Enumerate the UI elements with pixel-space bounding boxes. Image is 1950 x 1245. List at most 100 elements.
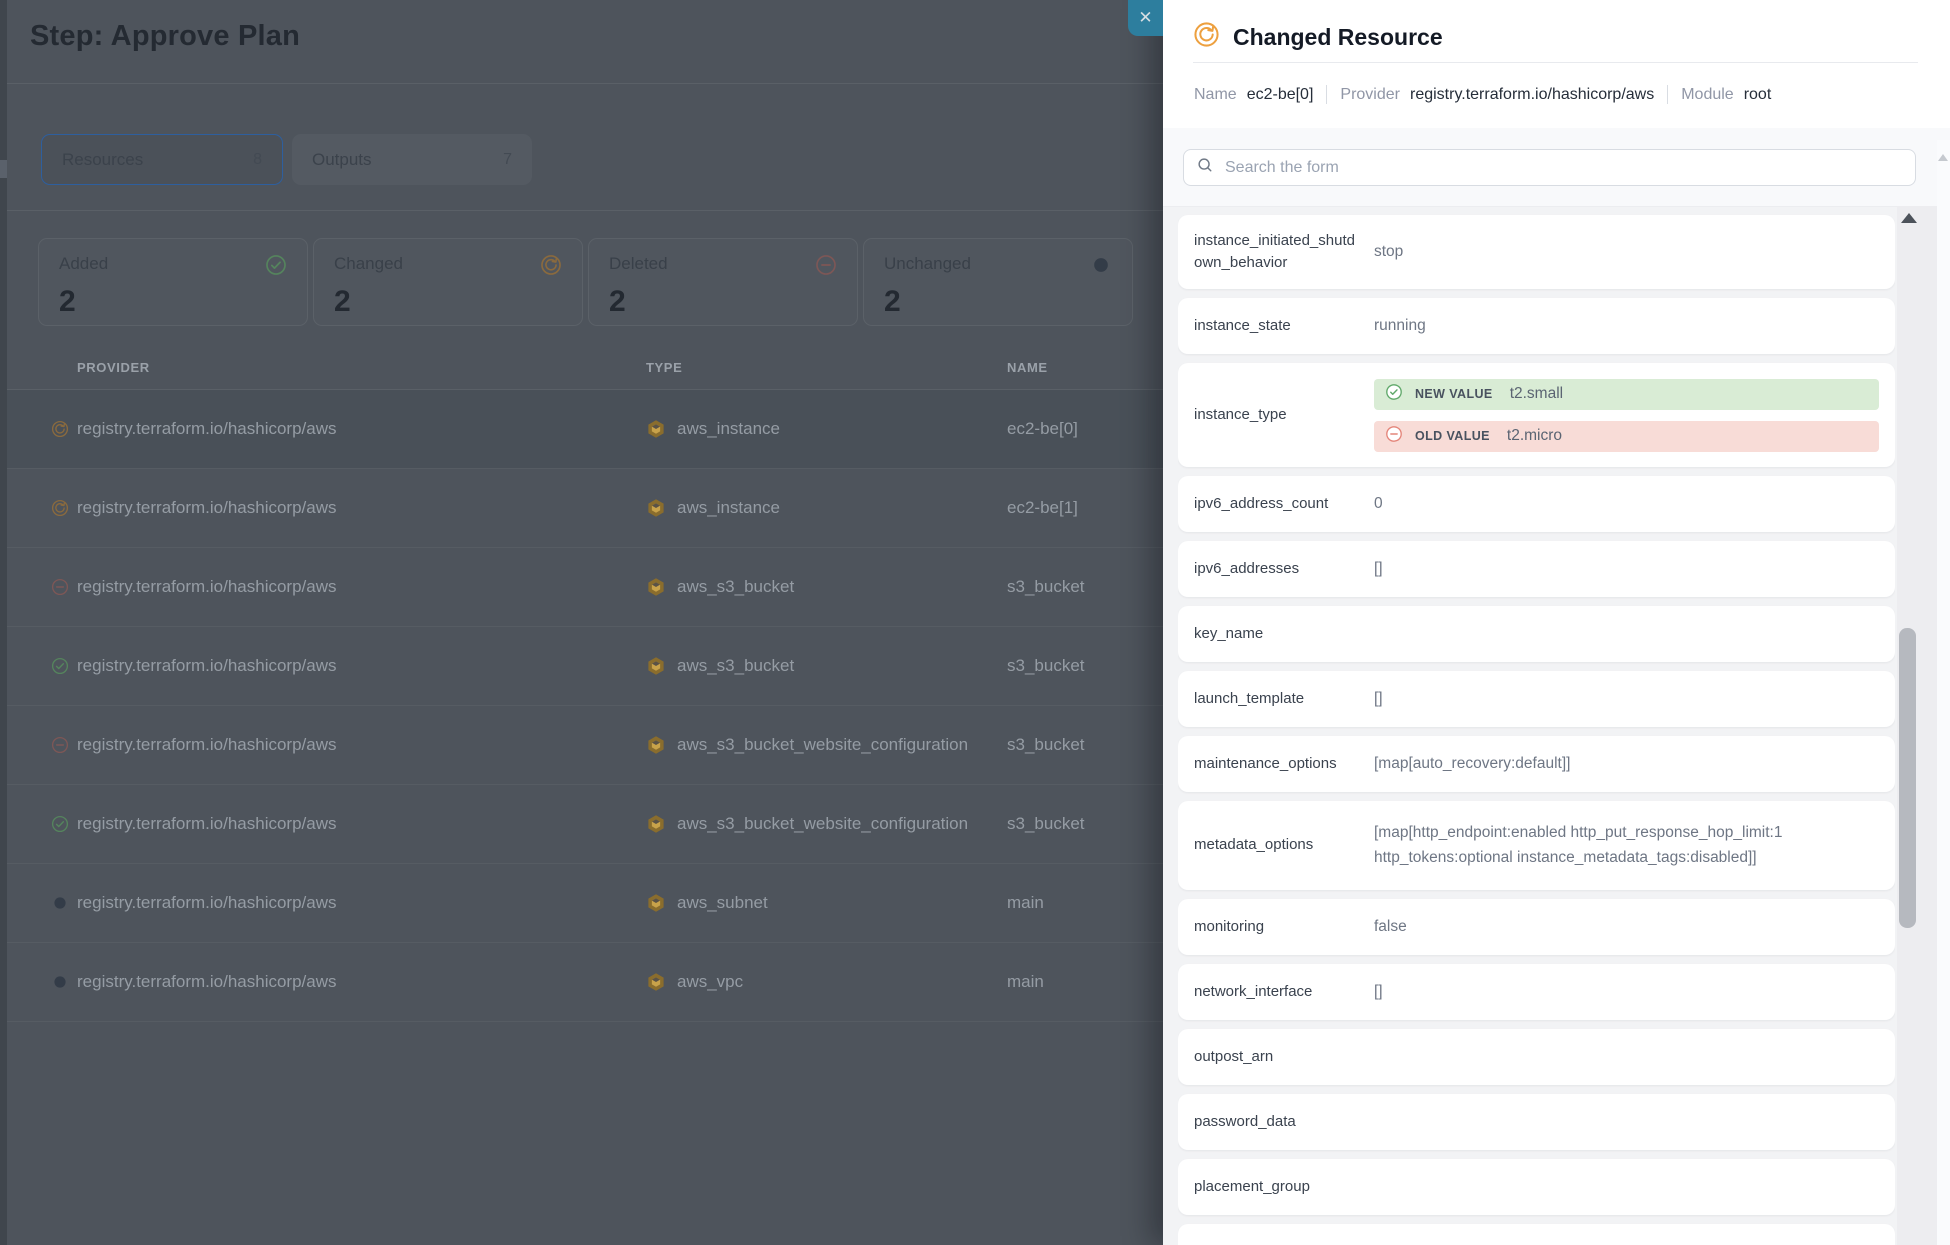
table-row[interactable]: registry.terraform.io/hashicorp/aws aws_… (0, 864, 1163, 943)
old-value-label: OLD VALUE (1415, 429, 1490, 443)
meta-provider-label: Provider (1340, 86, 1400, 104)
summary-card-added: Added 2 (38, 238, 308, 326)
row-provider: registry.terraform.io/hashicorp/aws (77, 814, 645, 834)
section-divider (0, 210, 1163, 211)
summary-card-value: 2 (884, 287, 1112, 317)
attribute-card: instance_type NEW VALUE t2.small OLD VAL… (1178, 363, 1895, 467)
attribute-key: instance_state (1194, 315, 1358, 338)
attribute-value: [] (1374, 980, 1879, 1004)
summary-card-label: Added (59, 254, 108, 274)
row-type: aws_s3_bucket (677, 577, 794, 597)
table-row[interactable]: registry.terraform.io/hashicorp/aws aws_… (0, 469, 1163, 548)
row-provider: registry.terraform.io/hashicorp/aws (77, 893, 645, 913)
attribute-card: metadata_options [map[http_endpoint:enab… (1178, 801, 1895, 890)
old-value-box: OLD VALUE t2.micro (1374, 421, 1879, 452)
search-input[interactable] (1223, 158, 1903, 178)
attribute-list: instance_initiated_shutdown_behavior sto… (1178, 206, 1895, 1245)
search-icon (1196, 156, 1214, 179)
row-name: s3_bucket (1007, 656, 1163, 676)
added-status-icon (51, 657, 77, 675)
row-type: aws_instance (677, 419, 780, 439)
aws-resource-icon (645, 892, 667, 914)
close-drawer-button[interactable]: ✕ (1128, 0, 1163, 36)
attribute-card: launch_template [] (1178, 671, 1895, 727)
table-row[interactable]: registry.terraform.io/hashicorp/aws aws_… (0, 785, 1163, 864)
row-provider: registry.terraform.io/hashicorp/aws (77, 419, 645, 439)
deleted-status-icon (51, 736, 77, 754)
unchanged-status-icon (51, 894, 77, 912)
aws-resource-icon (645, 418, 667, 440)
resource-table: registry.terraform.io/hashicorp/aws aws_… (0, 390, 1163, 1022)
unchanged-status-icon (51, 973, 77, 991)
deleted-status-icon (51, 578, 77, 596)
tab-resources[interactable]: Resources 8 (41, 134, 283, 185)
attribute-key: metadata_options (1194, 834, 1358, 857)
added-status-icon (265, 254, 287, 281)
aws-resource-icon (645, 734, 667, 756)
changed-status-icon (51, 420, 77, 438)
table-row[interactable]: registry.terraform.io/hashicorp/aws aws_… (0, 943, 1163, 1022)
meta-name-label: Name (1194, 86, 1237, 104)
row-type: aws_s3_bucket_website_configuration (677, 814, 968, 834)
scroll-up-arrow-icon[interactable] (1901, 213, 1917, 223)
row-name: s3_bucket (1007, 814, 1163, 834)
row-provider: registry.terraform.io/hashicorp/aws (77, 735, 645, 755)
left-edge-strip (0, 0, 7, 1245)
table-row[interactable]: registry.terraform.io/hashicorp/aws aws_… (0, 627, 1163, 706)
summary-card-changed: Changed 2 (313, 238, 583, 326)
new-value: t2.small (1510, 385, 1563, 403)
changed-refresh-icon (1193, 21, 1220, 53)
changed-status-icon (51, 499, 77, 517)
tab-outputs-label: Outputs (312, 150, 372, 170)
summary-card-value: 2 (334, 287, 562, 317)
drawer-title: Changed Resource (1233, 24, 1443, 51)
deleted-status-icon (815, 254, 837, 281)
attribute-value: [map[http_endpoint:enabled http_put_resp… (1374, 821, 1879, 869)
tab-outputs[interactable]: Outputs 7 (292, 134, 532, 185)
summary-card-value: 2 (609, 287, 837, 317)
meta-name-value: ec2-be[0] (1247, 86, 1314, 104)
table-row[interactable]: registry.terraform.io/hashicorp/aws aws_… (0, 548, 1163, 627)
row-type: aws_s3_bucket_website_configuration (677, 735, 968, 755)
search-box[interactable] (1183, 149, 1916, 186)
column-header-type: TYPE (646, 360, 1007, 375)
summary-cards: Added 2 Changed 2 Deleted 2 Unchanged 2 (38, 238, 1133, 326)
added-status-icon (51, 815, 77, 833)
left-edge-notch (0, 160, 7, 178)
row-name: main (1007, 972, 1163, 992)
page-scrollbar[interactable] (1937, 140, 1950, 1245)
changed-status-icon (540, 254, 562, 281)
attribute-card: monitoring false (1178, 899, 1895, 955)
attribute-key: password_data (1194, 1111, 1358, 1134)
page-header: Step: Approve Plan (0, 0, 1163, 84)
row-type: aws_s3_bucket (677, 656, 794, 676)
row-provider: registry.terraform.io/hashicorp/aws (77, 972, 645, 992)
drawer-scrollbar-thumb[interactable] (1899, 628, 1916, 928)
table-row[interactable]: registry.terraform.io/hashicorp/aws aws_… (0, 706, 1163, 785)
attribute-card: password_data (1178, 1094, 1895, 1150)
attribute-key: ipv6_address_count (1194, 493, 1358, 516)
attribute-card: instance_initiated_shutdown_behavior sto… (1178, 215, 1895, 289)
summary-card-label: Changed (334, 254, 403, 274)
attribute-value: false (1374, 915, 1879, 939)
old-value: t2.micro (1507, 427, 1562, 445)
row-type: aws_subnet (677, 893, 768, 913)
attribute-value: [] (1374, 557, 1879, 581)
aws-resource-icon (645, 655, 667, 677)
attribute-value: stop (1374, 240, 1879, 264)
table-row[interactable]: registry.terraform.io/hashicorp/aws aws_… (0, 390, 1163, 469)
search-zone (1163, 128, 1950, 207)
new-value-box: NEW VALUE t2.small (1374, 379, 1879, 410)
row-name: s3_bucket (1007, 577, 1163, 597)
row-name: s3_bucket (1007, 735, 1163, 755)
page-scroll-up-arrow-icon[interactable] (1938, 154, 1948, 161)
old-value-minus-icon (1385, 425, 1403, 448)
aws-resource-icon (645, 576, 667, 598)
summary-card-deleted: Deleted 2 (588, 238, 858, 326)
summary-card-unchanged: Unchanged 2 (863, 238, 1133, 326)
summary-card-value: 2 (59, 287, 287, 317)
row-name: ec2-be[1] (1007, 498, 1163, 518)
page-title: Step: Approve Plan (30, 20, 300, 53)
unchanged-status-icon (1090, 254, 1112, 281)
drawer-scrollbar[interactable] (1897, 206, 1937, 1245)
